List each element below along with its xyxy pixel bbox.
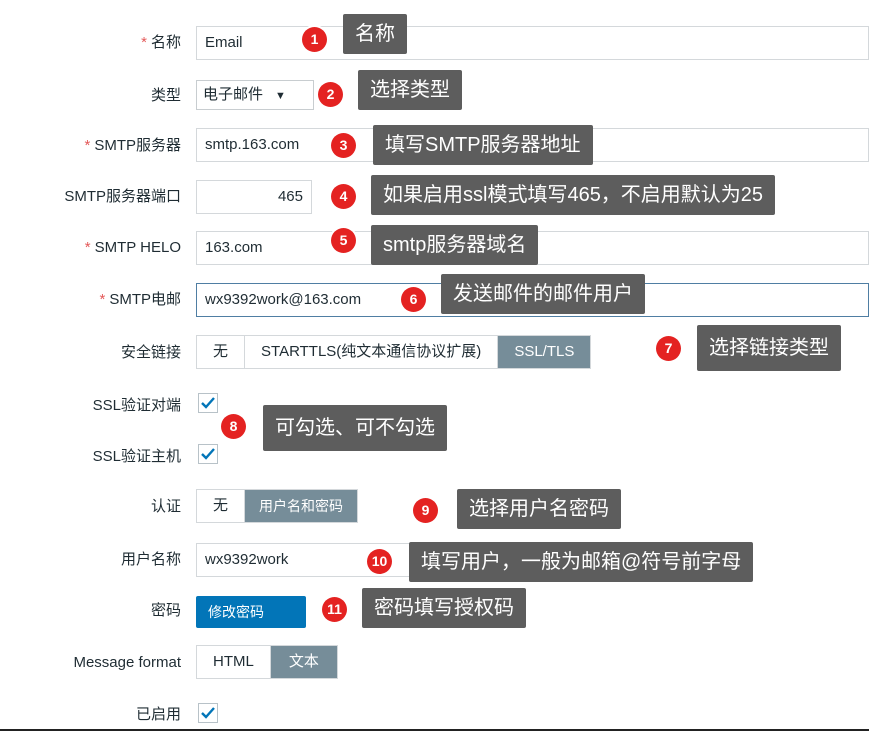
annotation-tip-1: 名称 [343, 14, 407, 54]
annotation-tip-10: 填写用户，一般为邮箱@符号前字母 [409, 542, 754, 582]
type-select[interactable]: 电子邮件 ▼ [196, 80, 314, 110]
auth-option-none[interactable]: 无 [197, 490, 246, 522]
auth-segmented-control: 无 用户名和密码 [196, 489, 359, 523]
auth-label: 认证 [150, 498, 181, 515]
smtp-port-input[interactable]: 465 [196, 180, 312, 214]
required-mark: * [84, 239, 91, 256]
ssl-verify-host-label: SSL验证主机 [92, 448, 181, 465]
annotation-badge-9: 9 [413, 498, 438, 523]
ssl-verify-peer-checkbox[interactable] [198, 393, 218, 413]
message-format-label: Message format [73, 654, 181, 671]
name-input[interactable]: Email [196, 26, 869, 60]
ssl-verify-peer-label: SSL验证对端 [92, 397, 181, 414]
annotation-badge-3: 3 [331, 133, 356, 158]
annotation-badge-10: 10 [367, 549, 392, 574]
security-option-ssl-tls[interactable]: SSL/TLS [498, 336, 591, 368]
annotation-tip-9: 选择用户名密码 [457, 489, 621, 529]
annotation-badge-7: 7 [656, 336, 681, 361]
security-option-starttls[interactable]: STARTTLS(纯文本通信协议扩展) [245, 336, 499, 368]
enabled-checkbox[interactable] [198, 703, 218, 723]
username-label: 用户名称 [120, 551, 181, 568]
annotation-badge-4: 4 [331, 184, 356, 209]
checkmark-icon [201, 397, 215, 409]
annotation-tip-2: 选择类型 [358, 70, 462, 110]
annotation-badge-5: 5 [331, 228, 356, 253]
message-format-segmented-control: HTML 文本 [196, 645, 338, 679]
required-mark: * [141, 34, 147, 51]
ssl-verify-host-checkbox[interactable] [198, 444, 218, 464]
security-option-none[interactable]: 无 [197, 336, 246, 368]
annotation-badge-11: 11 [322, 597, 347, 622]
checkmark-icon [201, 707, 215, 719]
annotation-badge-8: 8 [221, 414, 246, 439]
type-select-value: 电子邮件 [203, 86, 264, 103]
annotation-tip-4: 如果启用ssl模式填写465，不启用默认为25 [371, 175, 776, 215]
password-label: 密码 [150, 602, 181, 619]
annotation-tip-7: 选择链接类型 [697, 325, 841, 371]
annotation-badge-1: 1 [302, 27, 327, 52]
annotation-tip-8: 可勾选、可不勾选 [263, 405, 447, 451]
annotation-tip-3: 填写SMTP服务器地址 [373, 125, 593, 165]
message-format-option-text[interactable]: 文本 [270, 646, 337, 678]
annotation-tip-5: smtp服务器域名 [371, 225, 539, 265]
smtp-email-label: * SMTP电邮 [99, 291, 181, 308]
security-segmented-control: 无 STARTTLS(纯文本通信协议扩展) SSL/TLS [196, 335, 592, 369]
annotation-badge-6: 6 [401, 287, 426, 312]
annotation-badge-2: 2 [318, 82, 343, 107]
annotation-tip-11: 密码填写授权码 [362, 588, 526, 628]
checkmark-icon [201, 448, 215, 460]
required-mark: * [84, 137, 91, 154]
required-mark: * [99, 291, 106, 308]
type-label: 类型 [150, 87, 181, 104]
change-password-button[interactable]: 修改密码 [196, 596, 306, 628]
annotation-tip-6: 发送邮件的邮件用户 [441, 274, 645, 314]
smtp-helo-label: * SMTP HELO [84, 239, 181, 256]
chevron-down-icon: ▼ [275, 90, 286, 102]
enabled-label: 已启用 [135, 706, 181, 723]
smtp-port-label: SMTP服务器端口 [64, 188, 181, 205]
message-format-option-html[interactable]: HTML [197, 646, 271, 678]
name-label: * 名称 [141, 34, 181, 51]
security-label: 安全链接 [120, 344, 181, 361]
auth-option-username-password[interactable]: 用户名和密码 [245, 490, 358, 522]
smtp-server-label: * SMTP服务器 [84, 137, 181, 154]
